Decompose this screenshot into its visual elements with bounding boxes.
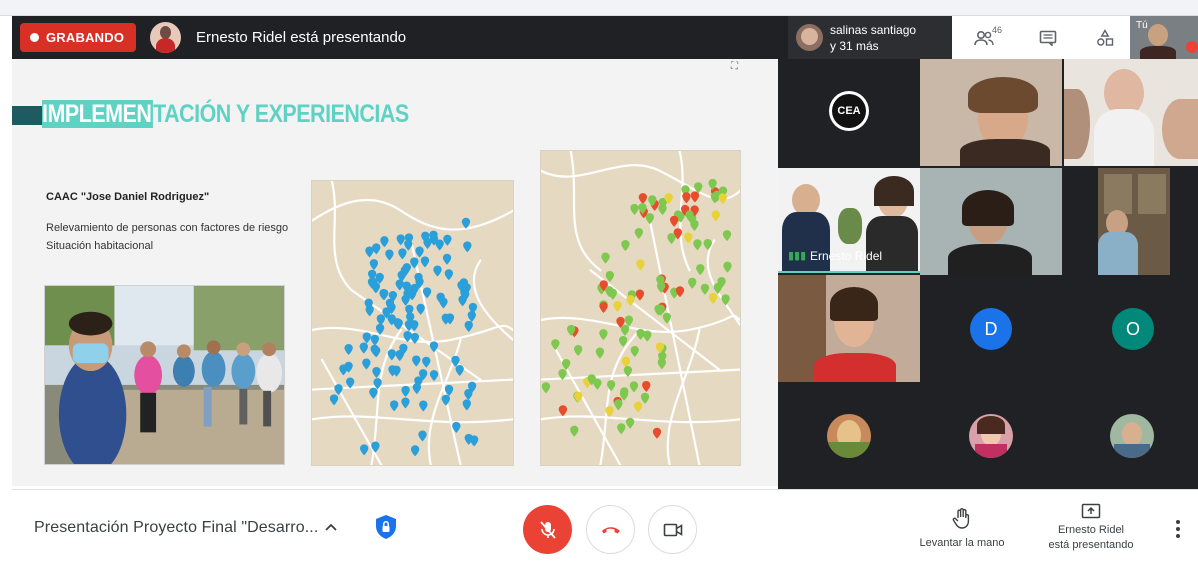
meeting-title[interactable]: Presentación Proyecto Final "Desarro...: [34, 519, 318, 537]
participant-tile-video[interactable]: [1064, 59, 1198, 166]
participants-grid: CEA ▮▮▮ Ernesto Ridel D O: [778, 59, 1198, 489]
title-accent-bar: [12, 106, 42, 125]
participant-avatar: [969, 414, 1013, 458]
fullscreen-icon[interactable]: ⛶: [731, 61, 742, 72]
present-screen-icon: [1081, 503, 1101, 519]
participant-tile-avatar-o[interactable]: O: [1064, 275, 1198, 382]
participant-tile-video[interactable]: [920, 59, 1062, 166]
presenter-text: Ernesto Ridel está presentando: [196, 29, 407, 46]
participant-tile-logo[interactable]: CEA: [778, 59, 918, 166]
slide-title: IMPLEMENTACIÓN Y EXPERIENCIAS: [42, 100, 409, 129]
slide-text-line-1: Relevamiento de personas con factores de…: [46, 222, 289, 234]
slide-text-line-2: Situación habitacional: [46, 240, 154, 252]
participants-chip-line2: y 31 más: [830, 39, 879, 53]
participant-tile-photo[interactable]: [778, 384, 920, 489]
bottom-controls-bar: Presentación Proyecto Final "Desarro... …: [12, 489, 1198, 563]
leave-call-button[interactable]: [586, 505, 635, 554]
recording-label: GRABANDO: [46, 30, 125, 45]
presenting-line-2: está presentando: [1048, 539, 1134, 551]
participant-tile-video[interactable]: [778, 275, 920, 382]
mic-off-button[interactable]: [523, 505, 572, 554]
participant-tile-photo[interactable]: [1064, 384, 1198, 489]
recording-dot-icon: [30, 33, 39, 42]
presenting-line-1: Ernesto Ridel: [1057, 524, 1125, 536]
camera-button[interactable]: [648, 505, 697, 554]
participants-chip[interactable]: salinas santiago y 31 más: [788, 16, 952, 59]
people-count: 46: [991, 25, 1002, 35]
team-photo: [44, 285, 285, 465]
host-controls-shield-icon[interactable]: [374, 514, 398, 540]
activities-button[interactable]: [1080, 16, 1130, 59]
chat-icon: [1039, 30, 1057, 46]
people-button[interactable]: 46: [952, 16, 1016, 59]
caac-heading: CAAC "Jose Daniel Rodriguez": [46, 191, 210, 203]
slide-title-highlight: IMPLEMEN: [42, 100, 154, 128]
chevron-up-icon[interactable]: [323, 519, 339, 535]
avatar-letter-o: O: [1112, 308, 1154, 350]
club-logo-icon: CEA: [829, 91, 869, 131]
participant-tile-speaker[interactable]: ▮▮▮ Ernesto Ridel: [778, 168, 920, 273]
hand-icon: [952, 508, 970, 529]
raise-hand-label: Levantar la mano: [919, 537, 1005, 549]
activities-icon: [1097, 28, 1114, 46]
self-label: Tú: [1136, 20, 1148, 31]
top-bar: GRABANDO Ernesto Ridel está presentando …: [12, 16, 1198, 59]
camera-icon: [663, 523, 682, 536]
participant-avatar: [827, 414, 871, 458]
self-mic-off-icon: [1186, 41, 1198, 53]
end-call-icon: [601, 526, 620, 533]
participants-chip-line1: salinas santiago: [830, 23, 917, 37]
presentation-slide: ⛶ IMPLEMENTACIÓN Y EXPERIENCIAS CAAC "Jo…: [12, 59, 778, 486]
participant-tile-avatar-d[interactable]: D: [920, 275, 1062, 382]
speaking-indicator-icon: ▮▮▮: [788, 250, 807, 262]
raise-hand-button[interactable]: Levantar la mano: [912, 507, 1012, 551]
participant-avatar: [1110, 414, 1154, 458]
participant-tile-video[interactable]: [1064, 168, 1198, 275]
avatar-letter-d: D: [970, 308, 1012, 350]
mic-off-icon: [539, 520, 556, 539]
avatar-letter-d-text: D: [984, 318, 998, 339]
browser-strip: [0, 0, 1198, 16]
map-housing-situation: [540, 150, 741, 466]
self-view-thumbnail[interactable]: Tú: [1130, 16, 1198, 59]
presenting-button[interactable]: Ernesto Ridel está presentando: [1036, 503, 1146, 553]
speaker-name-label: Ernesto Ridel: [810, 249, 883, 263]
map-risk-factors: [311, 180, 514, 466]
participant-tile-photo[interactable]: [920, 384, 1062, 489]
more-options-icon[interactable]: [1172, 518, 1184, 540]
slide-title-rest: TACIÓN Y EXPERIENCIAS: [153, 100, 409, 128]
participant-tile-video[interactable]: [920, 168, 1062, 275]
participant-avatar: [796, 24, 823, 51]
presenter-avatar: [150, 22, 181, 53]
avatar-letter-o-text: O: [1125, 318, 1140, 339]
chat-button[interactable]: [1016, 16, 1080, 59]
recording-badge: GRABANDO: [20, 23, 136, 52]
